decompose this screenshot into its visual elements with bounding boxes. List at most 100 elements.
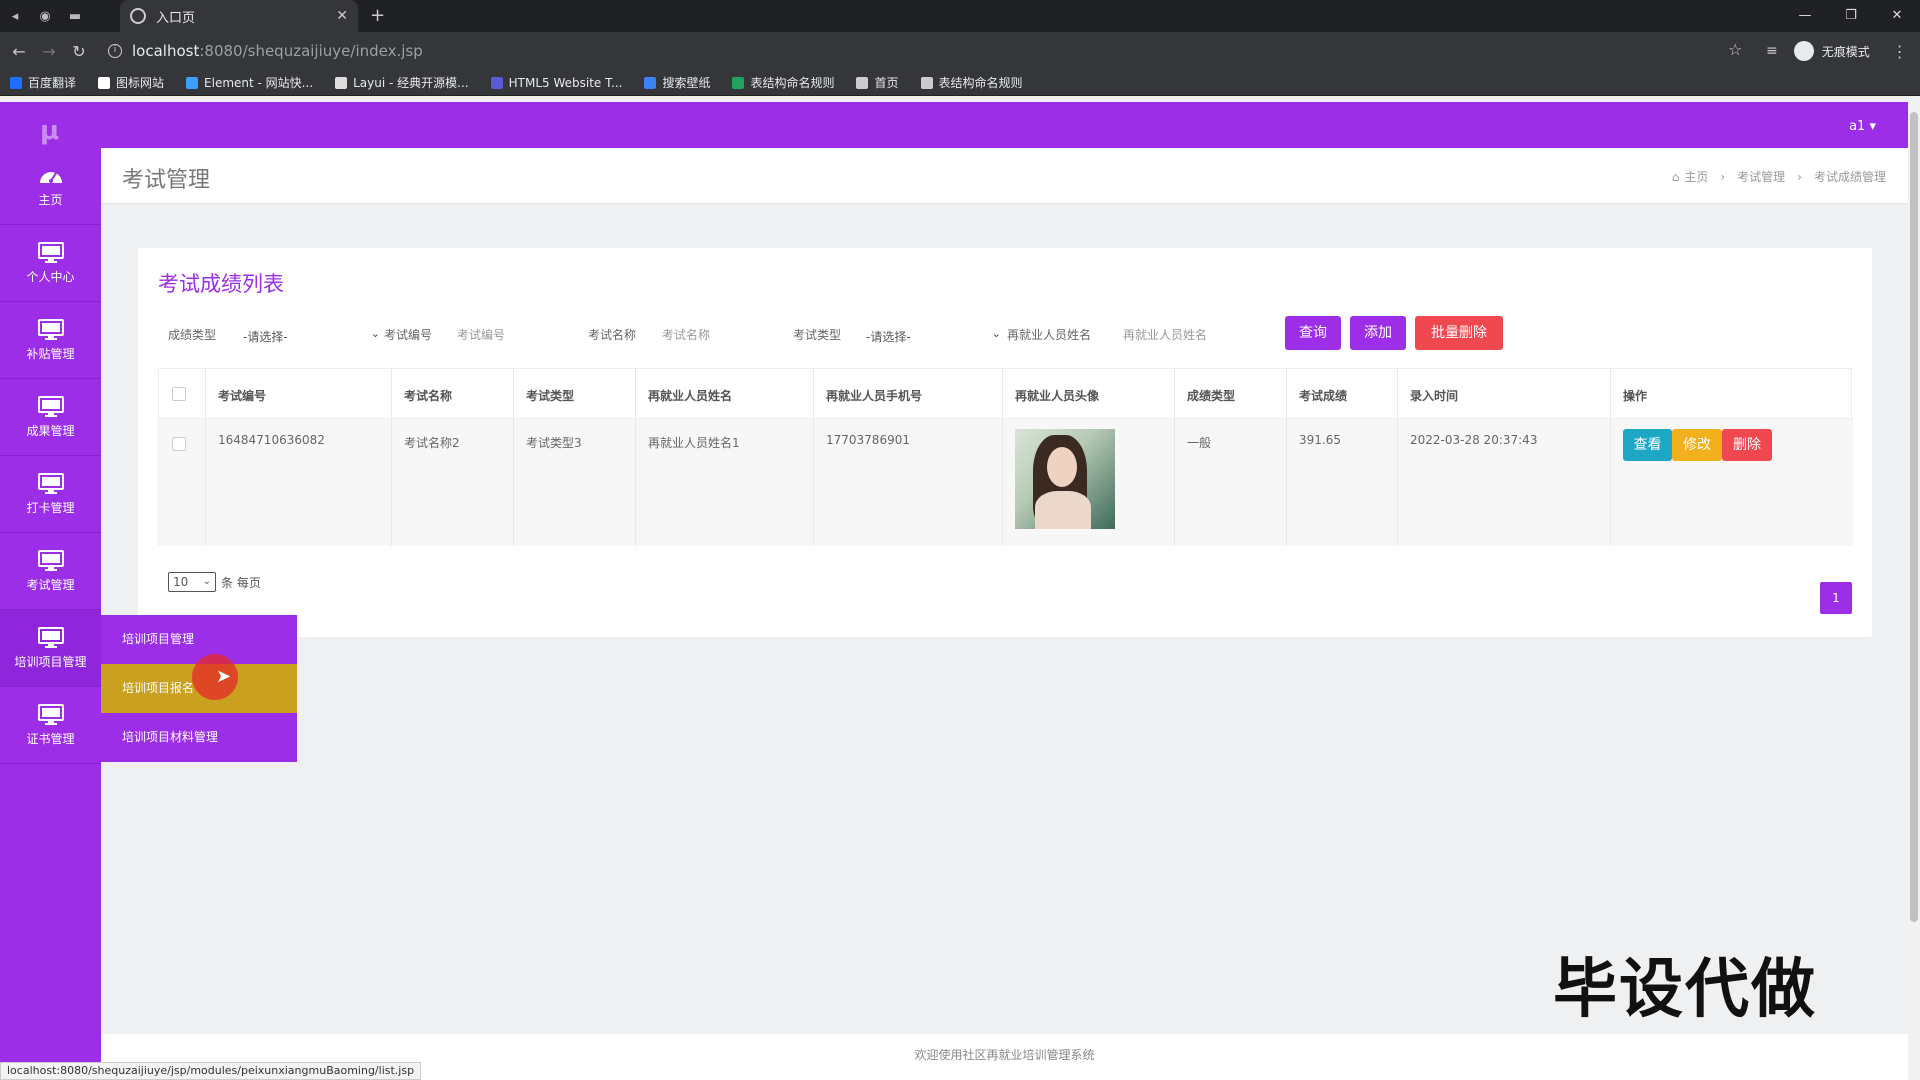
page-size-select[interactable]: 10 ⌄ <box>168 572 216 592</box>
pinned-tab-2-icon[interactable]: ▬ <box>60 0 90 32</box>
add-button[interactable]: 添加 <box>1350 316 1406 350</box>
table-header-row: 考试编号 考试名称 考试类型 再就业人员姓名 再就业人员手机号 再就业人员头像 … <box>159 369 1853 419</box>
sidebar-item[interactable]: 补贴管理 <box>0 302 101 379</box>
header-exam-type: 考试类型 <box>514 369 636 418</box>
incognito-icon[interactable] <box>1793 41 1814 61</box>
tab-title: 入口页 <box>156 10 196 26</box>
sidebar: 主页个人中心补贴管理成果管理 打卡管理考试管理培训项目管理证书管理 <box>0 148 101 1080</box>
view-button[interactable]: 查看 <box>1623 429 1672 461</box>
monitor-icon <box>37 626 64 648</box>
minimize-icon[interactable]: — <box>1782 0 1828 32</box>
page-size-suffix: 条 每页 <box>221 575 261 590</box>
sidebar-item[interactable]: 打卡管理 <box>0 456 101 533</box>
sidebar-item-label: 主页 <box>38 192 63 207</box>
mouse-cursor-icon: ➤ <box>216 666 232 687</box>
person-name-label: 再就业人员姓名 <box>1007 328 1092 342</box>
bookmark-item[interactable]: Element - 网站快... <box>186 74 313 91</box>
window-controls: — ❐ ✕ <box>1782 0 1920 32</box>
batch-delete-button[interactable]: 批量删除 <box>1415 316 1503 350</box>
bookmark-item[interactable]: 首页 <box>856 74 899 91</box>
bookmark-item[interactable]: Layui - 经典开源模... <box>335 74 469 91</box>
sidebar-item-label: 培训项目管理 <box>14 654 87 669</box>
bookmark-label: Element - 网站快... <box>204 76 314 90</box>
exam-no-input[interactable]: 考试编号 <box>457 326 577 343</box>
forward-icon[interactable]: → <box>34 42 64 61</box>
tab-close-icon[interactable]: ✕ <box>336 8 348 24</box>
sidebar-item-label: 考试管理 <box>26 577 75 592</box>
sidebar-item[interactable]: 证书管理 <box>0 687 101 764</box>
click-indicator <box>192 654 238 700</box>
cell-exam-type: 考试类型3 <box>514 419 636 546</box>
status-bar-url: localhost:8080/shequzaijiuye/jsp/modules… <box>0 1062 422 1080</box>
exam-type-value: -请选择- <box>866 330 911 344</box>
submenu-item[interactable]: 培训项目管理 <box>101 615 297 664</box>
sidebar-item[interactable]: 成果管理 <box>0 379 101 456</box>
page-header: 考试管理 ⌂ 主页 › 考试管理 › 考试成绩管理 <box>101 148 1908 204</box>
app-root: μ a1 ▾ 主页 个人中心 补贴管理 成果管理 打卡管理 考试管理 培训项目管理 证书管理 … <box>0 96 1920 1080</box>
bookmark-label: 搜索壁纸 <box>662 76 711 90</box>
grade-type-value: -请选择- <box>243 330 288 344</box>
edit-button[interactable]: 修改 <box>1672 429 1722 461</box>
restore-icon[interactable]: ❐ <box>1828 0 1874 32</box>
user-menu[interactable]: a1 ▾ <box>1849 119 1876 134</box>
exam-name-input[interactable]: 考试名称 <box>662 326 782 343</box>
exam-no-label: 考试编号 <box>384 328 433 342</box>
page-scrollbar[interactable] <box>1908 102 1920 1080</box>
sidebar-item[interactable]: 考试管理 <box>0 533 101 610</box>
cell-score: 391.65 <box>1287 419 1398 546</box>
reload-icon[interactable]: ↻ <box>64 42 94 61</box>
exam-type-select[interactable]: -请选择- ⌄ <box>866 320 1001 348</box>
pagination-page-1[interactable]: 1 <box>1820 582 1852 614</box>
browser-menu-icon[interactable]: ⋮ <box>1892 42 1908 61</box>
select-all-checkbox[interactable] <box>172 387 186 401</box>
scrollbar-thumb[interactable] <box>1910 112 1918 922</box>
table-row: 16484710636082 考试名称2 考试类型3 再就业人员姓名1 1770… <box>159 419 1853 546</box>
header-avatar: 再就业人员头像 <box>1003 369 1175 418</box>
bookmark-label: 图标网站 <box>116 76 165 90</box>
bookmark-item[interactable]: HTML5 Website T... <box>490 76 622 90</box>
bookmark-star-icon[interactable]: ☆ <box>1728 40 1742 59</box>
cell-actions: 查看 修改 删除 <box>1611 419 1852 546</box>
row-checkbox[interactable] <box>172 437 186 451</box>
sidebar-item[interactable]: 培训项目管理 <box>0 610 101 687</box>
reading-list-icon[interactable]: ≡ <box>1766 43 1778 59</box>
bookmark-item[interactable]: 搜索壁纸 <box>644 74 710 91</box>
incognito-label[interactable]: 无痕模式 <box>1822 43 1870 60</box>
bookmark-item[interactable]: 表结构命名规则 <box>920 74 1023 91</box>
monitor-icon <box>37 395 64 417</box>
query-button[interactable]: 查询 <box>1285 316 1341 350</box>
app-logo[interactable]: μ <box>40 116 59 146</box>
url-host: localhost <box>132 42 200 60</box>
bookmark-item[interactable]: 百度翻译 <box>10 74 76 91</box>
bookmark-favicon-icon <box>644 76 657 89</box>
site-info-icon[interactable]: i <box>108 44 122 58</box>
bookmark-item[interactable]: 图标网站 <box>98 74 164 91</box>
bookmark-item[interactable]: 表结构命名规则 <box>732 74 834 91</box>
delete-button[interactable]: 删除 <box>1722 429 1772 461</box>
person-name-input[interactable]: 再就业人员姓名 <box>1123 326 1243 343</box>
cell-exam-name: 考试名称2 <box>392 419 514 546</box>
bookmark-label: 首页 <box>874 76 899 90</box>
person-avatar-image[interactable] <box>1015 429 1115 529</box>
submenu-item[interactable]: 培训项目材料管理 <box>101 713 297 762</box>
bookmark-label: 表结构命名规则 <box>938 76 1023 90</box>
close-window-icon[interactable]: ✕ <box>1874 0 1920 32</box>
back-icon[interactable]: ← <box>4 42 34 61</box>
header-phone: 再就业人员手机号 <box>814 369 1003 418</box>
pinned-tab-icon[interactable]: ◉ <box>30 0 60 32</box>
card-title: 考试成绩列表 <box>158 272 284 296</box>
grade-type-select[interactable]: -请选择- ⌄ <box>243 320 380 348</box>
active-tab[interactable]: 入口页 ✕ <box>120 0 358 32</box>
address-bar[interactable]: i localhost :8080/shequzaijiuye/index.js… <box>108 36 1748 66</box>
breadcrumb-current: 考试成绩管理 <box>1813 170 1886 184</box>
page-size-value: 10 <box>173 575 189 589</box>
new-tab-button[interactable]: + <box>370 0 385 32</box>
breadcrumb-exam[interactable]: 考试管理 <box>1737 168 1785 185</box>
monitor-icon <box>37 549 64 571</box>
sidebar-item-label: 补贴管理 <box>26 346 75 361</box>
tab-audio-icon[interactable]: ◂ <box>0 0 30 32</box>
sidebar-item[interactable]: 主页 <box>0 148 101 225</box>
header-exam-no: 考试编号 <box>206 369 392 418</box>
sidebar-item[interactable]: 个人中心 <box>0 225 101 302</box>
breadcrumb-home[interactable]: 主页 <box>1684 168 1708 185</box>
